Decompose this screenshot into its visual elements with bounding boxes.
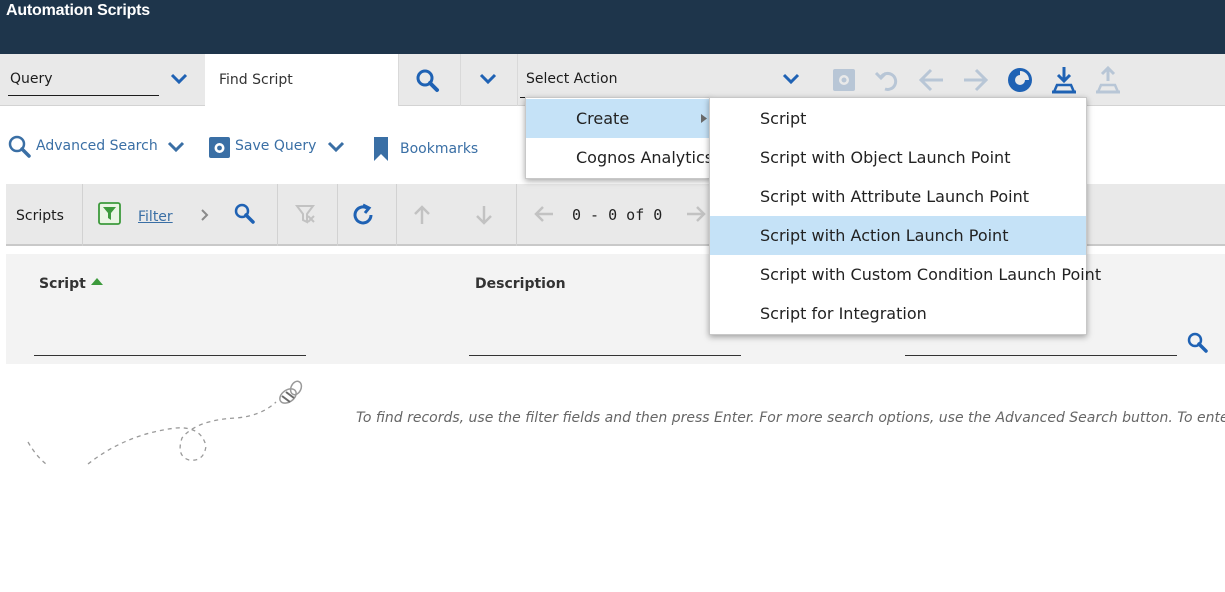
chevron-right-icon[interactable]	[200, 208, 210, 222]
search-options-button[interactable]	[460, 54, 518, 106]
bookmarks-link[interactable]: Bookmarks	[400, 138, 478, 162]
query-select[interactable]: Query	[8, 68, 159, 96]
filter-input[interactable]	[905, 355, 1177, 356]
clear-filter-icon[interactable]	[294, 203, 316, 225]
bookmark-icon	[374, 137, 388, 161]
search-icon	[8, 135, 31, 158]
previous-page-icon[interactable]	[533, 204, 555, 224]
create-submenu: Script Script with Object Launch Point S…	[709, 97, 1101, 335]
menu-item-script-object-launch-point[interactable]: Script with Object Launch Point	[710, 138, 1086, 177]
refresh-icon[interactable]	[350, 202, 376, 228]
arrow-up-icon[interactable]	[412, 204, 432, 226]
export-icon[interactable]	[1093, 65, 1123, 95]
list-tab-label: Scripts	[16, 208, 64, 224]
save-query-link[interactable]: Save Query	[235, 135, 316, 159]
menu-item-label: Create	[576, 109, 630, 128]
chevron-down-icon[interactable]	[167, 141, 185, 153]
menu-item-cognos-analytics[interactable]: Cognos Analytics	[526, 138, 713, 177]
sort-ascending-icon	[90, 278, 103, 285]
app-root: Automation Scripts Query Find Script Sel…	[0, 0, 1225, 592]
bee-illustration	[27, 380, 303, 465]
next-page-icon[interactable]	[685, 204, 707, 224]
search-icon	[416, 69, 439, 92]
save-query-icon	[209, 137, 230, 158]
empty-state-hint: To find records, use the filter fields a…	[356, 410, 1225, 426]
menu-item-script[interactable]: Script	[710, 99, 1086, 138]
save-icon[interactable]	[829, 65, 859, 95]
column-label: Script	[39, 276, 86, 292]
page-title: Automation Scripts	[6, 2, 150, 19]
arrow-down-icon[interactable]	[474, 204, 494, 226]
submenu-arrow-icon	[701, 114, 707, 123]
filter-link[interactable]: Filter	[138, 207, 173, 227]
search-button[interactable]	[398, 54, 460, 106]
filter-icon[interactable]	[98, 202, 121, 225]
menu-item-script-for-integration[interactable]: Script for Integration	[710, 294, 1086, 333]
chevron-down-icon[interactable]	[782, 73, 800, 85]
advanced-search-link[interactable]: Advanced Search	[36, 135, 158, 159]
column-header-description[interactable]: Description	[475, 276, 566, 292]
search-icon[interactable]	[1187, 332, 1209, 354]
paging-count: 0 - 0 of 0	[572, 206, 663, 224]
menu-item-script-action-launch-point[interactable]: Script with Action Launch Point	[710, 216, 1086, 255]
import-icon[interactable]	[1049, 65, 1079, 95]
select-action-dropdown[interactable]: Select Action	[520, 68, 772, 98]
find-script-input[interactable]: Find Script	[205, 54, 398, 106]
description-filter-input[interactable]	[469, 355, 741, 356]
app-header: Automation Scripts	[0, 0, 1225, 54]
search-icon[interactable]	[234, 203, 256, 225]
chevron-down-icon[interactable]	[327, 141, 345, 153]
menu-item-create[interactable]: Create	[526, 99, 710, 138]
column-header-script[interactable]: Script	[39, 276, 103, 292]
script-filter-input[interactable]	[34, 355, 306, 356]
next-record-icon[interactable]	[960, 65, 990, 95]
work-center-icon[interactable]	[1005, 65, 1035, 95]
menu-item-script-attribute-launch-point[interactable]: Script with Attribute Launch Point	[710, 177, 1086, 216]
chevron-down-icon[interactable]	[170, 73, 188, 85]
chevron-down-icon	[479, 73, 497, 85]
select-action-menu: Create Cognos Analytics	[525, 97, 713, 179]
undo-icon[interactable]	[873, 65, 903, 95]
menu-item-script-custom-condition-launch-point[interactable]: Script with Custom Condition Launch Poin…	[710, 255, 1101, 294]
previous-record-icon[interactable]	[917, 65, 947, 95]
